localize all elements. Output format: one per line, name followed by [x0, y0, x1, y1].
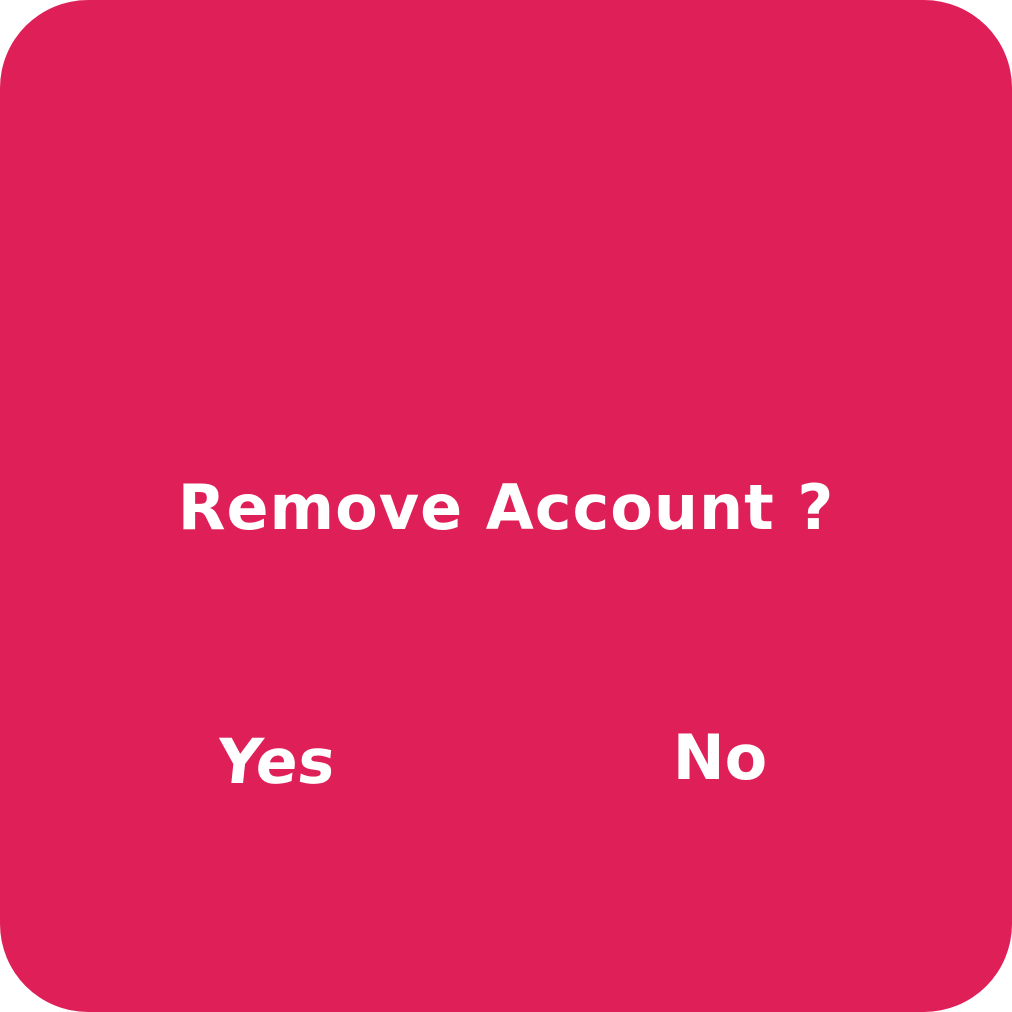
no-button[interactable]: No	[660, 718, 780, 798]
yes-button[interactable]: Yes	[202, 722, 350, 802]
dialog-title: Remove Account ?	[177, 471, 835, 544]
remove-account-dialog: Remove Account ? Yes No	[0, 0, 1012, 1012]
